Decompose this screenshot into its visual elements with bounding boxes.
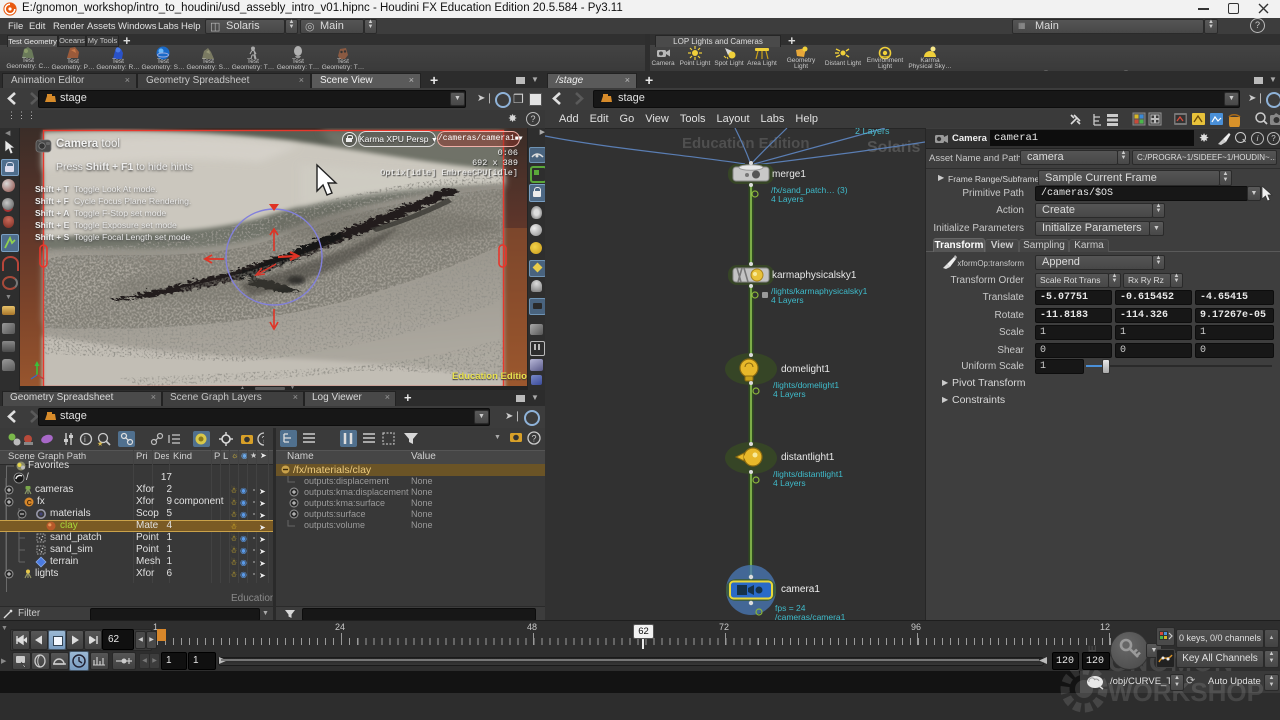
svg-text:C: C <box>27 500 32 507</box>
svg-text:◉: ◉ <box>240 546 247 555</box>
svg-text:➤: ➤ <box>259 571 266 580</box>
svg-text:◉: ◉ <box>240 570 247 579</box>
svg-text:➤: ➤ <box>259 511 266 520</box>
svg-text:☃: ☃ <box>230 485 237 495</box>
svg-text:➤: ➤ <box>259 559 266 568</box>
svg-text:☃: ☃ <box>230 509 237 519</box>
svg-text:☃: ☃ <box>230 569 237 579</box>
svg-text:☃: ☃ <box>230 497 237 507</box>
svg-text:➤: ➤ <box>259 547 266 556</box>
svg-text:◉: ◉ <box>240 498 247 507</box>
svg-text:➤: ➤ <box>259 499 266 508</box>
svg-text:i: i <box>84 435 86 444</box>
svg-text:➤: ➤ <box>259 523 266 532</box>
svg-text:☃: ☃ <box>230 533 237 543</box>
svg-text:☃: ☃ <box>230 557 237 567</box>
svg-text:★: ★ <box>97 440 103 448</box>
svg-text:◉: ◉ <box>240 558 247 567</box>
svg-text:◉: ◉ <box>240 510 247 519</box>
svg-text:?: ? <box>532 434 537 444</box>
svg-text:☃: ☃ <box>230 521 237 531</box>
svg-text:☃: ☃ <box>230 545 237 555</box>
svg-text:◉: ◉ <box>240 486 247 495</box>
svg-text:➤: ➤ <box>259 535 266 544</box>
svg-text:?: ? <box>262 435 265 445</box>
svg-text:➤: ➤ <box>259 487 266 496</box>
svg-text:◉: ◉ <box>240 534 247 543</box>
